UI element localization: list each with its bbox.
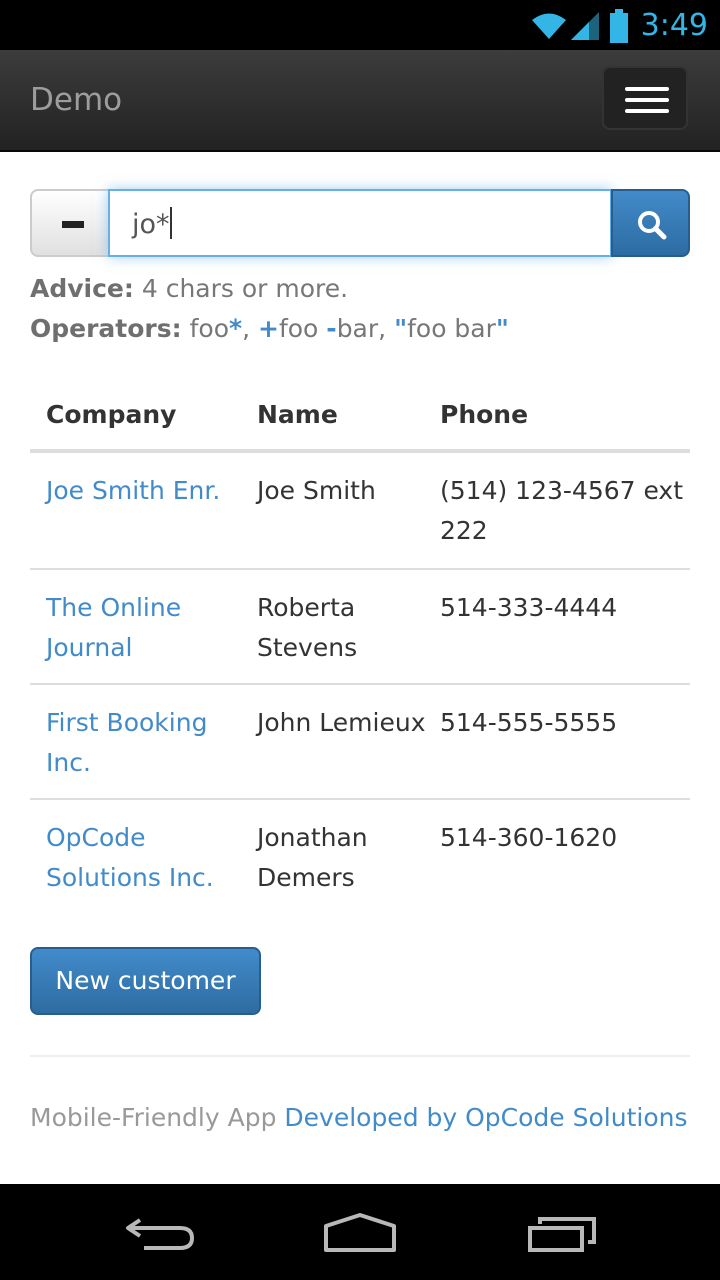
table-row: The Online Journal Roberta Stevens 514-3… xyxy=(30,568,690,683)
wifi-icon xyxy=(531,13,566,39)
company-link[interactable]: Joe Smith Enr. xyxy=(46,471,246,511)
search-button[interactable] xyxy=(611,189,690,257)
customers-table: Company Name Phone Joe Smith Enr. Joe Sm… xyxy=(30,385,690,913)
op-wildcard-text: foo xyxy=(189,314,229,343)
op-minus-symbol: - xyxy=(326,314,337,343)
company-link[interactable]: First Booking Inc. xyxy=(46,703,246,783)
footer-text: Mobile-Friendly App xyxy=(30,1103,277,1132)
footer-developer-link[interactable]: Developed by OpCode Solutions xyxy=(284,1103,687,1132)
op-phrase-text: foo bar xyxy=(407,314,496,343)
op-plus-text: foo xyxy=(278,314,319,343)
advice-text: 4 chars or more. xyxy=(141,274,349,303)
company-link[interactable]: The Online Journal xyxy=(46,588,246,668)
table-row: Joe Smith Enr. Joe Smith (514) 123-4567 … xyxy=(30,453,690,568)
brand-title[interactable]: Demo xyxy=(30,80,122,120)
table-row: First Booking Inc. John Lemieux 514-555-… xyxy=(30,683,690,798)
search-input-value: jo* xyxy=(132,209,170,240)
operators-label: Operators: xyxy=(30,314,182,343)
customer-phone: 514-333-4444 xyxy=(440,593,618,622)
op-separator: , xyxy=(242,314,251,343)
system-nav-bar xyxy=(0,1184,720,1280)
battery-icon xyxy=(609,9,628,43)
customer-phone: 514-555-5555 xyxy=(440,708,618,737)
advice-line: Advice: 4 chars or more. xyxy=(30,271,348,307)
signal-icon xyxy=(570,12,599,40)
op-quote-open: " xyxy=(394,314,408,343)
company-link[interactable]: OpCode Solutions Inc. xyxy=(46,818,246,898)
advice-label: Advice: xyxy=(30,274,134,303)
op-minus-text: bar, xyxy=(336,314,387,343)
table-header: Company Name Phone xyxy=(30,385,690,453)
customer-name: Roberta Stevens xyxy=(257,593,358,662)
recent-apps-icon[interactable] xyxy=(526,1214,598,1254)
column-header-name: Name xyxy=(257,400,338,429)
customer-name: Jonathan Demers xyxy=(257,823,368,892)
search-group: jo* xyxy=(30,189,690,257)
column-header-phone: Phone xyxy=(440,400,529,429)
hamburger-icon-bar xyxy=(625,109,669,113)
customer-name: Joe Smith xyxy=(257,476,376,505)
hamburger-icon-bar xyxy=(625,98,669,102)
customer-phone: 514-360-1620 xyxy=(440,823,618,852)
footer: Mobile-Friendly App Developed by OpCode … xyxy=(30,1100,687,1136)
footer-divider xyxy=(30,1055,690,1057)
status-icons: 3:49 xyxy=(531,6,708,46)
customer-phone: (514) 123-4567 ext 222 xyxy=(440,476,684,545)
search-input[interactable]: jo* xyxy=(108,189,612,257)
hamburger-icon xyxy=(625,87,669,91)
customer-name: John Lemieux xyxy=(257,708,426,737)
table-row: OpCode Solutions Inc. Jonathan Demers 51… xyxy=(30,798,690,913)
clear-button[interactable] xyxy=(30,189,110,257)
minus-icon xyxy=(62,221,84,228)
status-bar: 3:49 xyxy=(0,0,720,50)
new-customer-button[interactable]: New customer xyxy=(30,947,261,1015)
op-quote-close: " xyxy=(495,314,509,343)
operators-line: Operators: foo*, +foo -bar, "foo bar" xyxy=(30,311,509,347)
op-wildcard-symbol: * xyxy=(229,314,243,343)
clock: 3:49 xyxy=(640,8,708,43)
home-icon[interactable] xyxy=(322,1212,398,1254)
navbar: Demo xyxy=(0,50,720,152)
magnifier-icon xyxy=(638,211,667,240)
op-plus-symbol: + xyxy=(257,314,279,343)
back-icon[interactable] xyxy=(124,1214,196,1254)
menu-toggle-button[interactable] xyxy=(602,66,688,130)
column-header-company: Company xyxy=(46,400,177,429)
text-caret xyxy=(169,207,172,239)
